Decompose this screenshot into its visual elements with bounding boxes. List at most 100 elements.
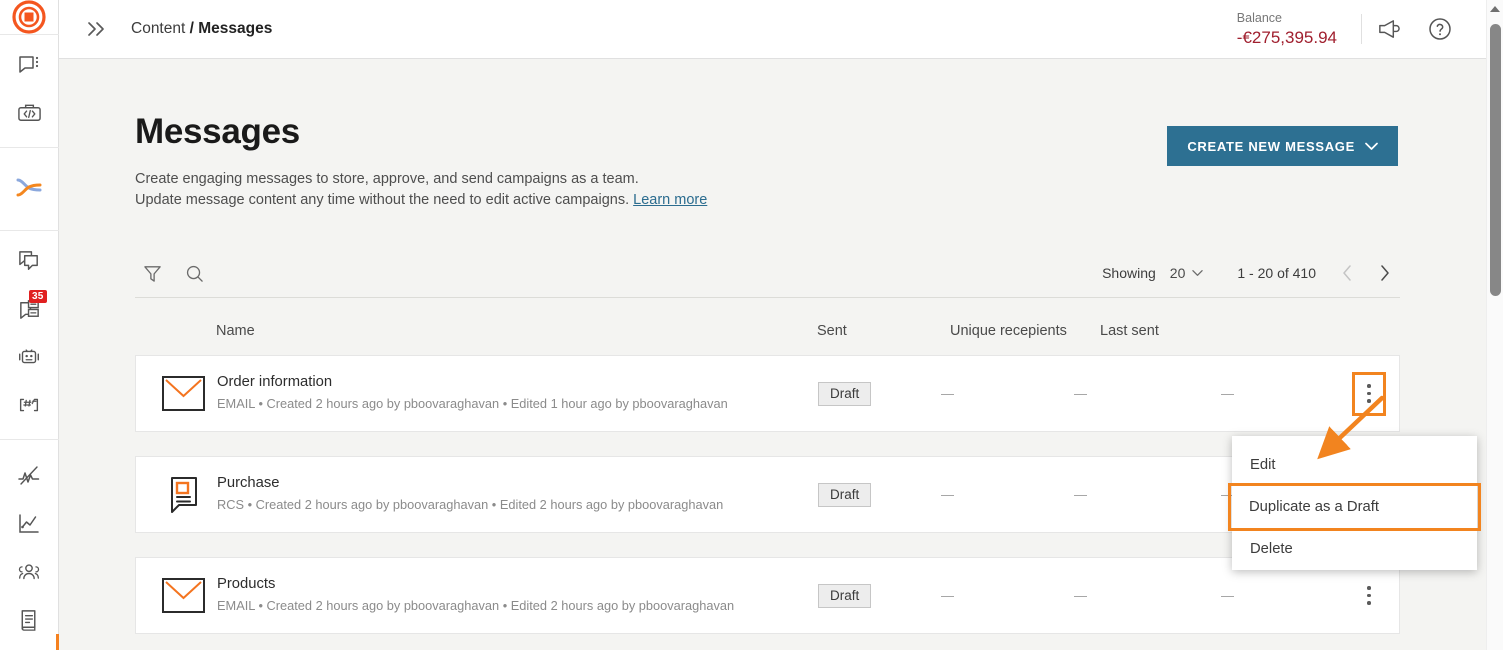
rail-item-content[interactable]: 35: [0, 285, 59, 333]
cell-sent: —: [910, 487, 1043, 502]
scrollbar-thumb[interactable]: [1490, 24, 1501, 296]
status-badge: Draft: [818, 382, 871, 406]
expand-nav-button[interactable]: [73, 20, 119, 38]
prev-page-button[interactable]: [1332, 258, 1362, 288]
kebab-dot: [1367, 399, 1371, 403]
cell-sent: —: [910, 386, 1043, 401]
row-meta: RCS • Created 2 hours ago by pboovaragha…: [217, 494, 806, 515]
rail-group-1: [0, 35, 59, 148]
rail-item-audience[interactable]: [0, 548, 59, 596]
cell-unique-recipients: —: [1043, 588, 1193, 603]
breadcrumb-separator: /: [190, 20, 194, 37]
chat-dots-icon: [17, 53, 41, 77]
hashtag-brackets-icon: [16, 393, 42, 417]
rail-item-tokens[interactable]: [0, 381, 59, 429]
rail-group-4: [0, 440, 59, 650]
top-header-bar: Content / Messages Balance -€275,395.94: [59, 0, 1486, 59]
cell-sent: —: [910, 588, 1043, 603]
rail-item-analytics[interactable]: [0, 500, 59, 548]
row-actions-menu-button[interactable]: [1355, 577, 1383, 615]
email-envelope-icon: [161, 375, 206, 412]
announcements-button[interactable]: [1362, 0, 1414, 59]
scroll-up-button[interactable]: [1487, 0, 1503, 18]
row-status-cell: Draft: [818, 587, 910, 605]
filter-button[interactable]: [135, 256, 169, 290]
filter-funnel-icon: [143, 264, 162, 283]
table-header: Name Sent Unique recepients Last sent: [135, 311, 1400, 351]
table-row[interactable]: Order information EMAIL • Created 2 hour…: [135, 355, 1400, 432]
rail-item-campaigns[interactable]: [0, 237, 59, 285]
column-header-unique-recipients: Unique recepients: [950, 323, 1100, 339]
breadcrumb-parent[interactable]: Content: [131, 20, 185, 37]
chevron-right-icon: [1380, 265, 1390, 281]
row-text: Products EMAIL • Created 2 hours ago by …: [217, 575, 818, 616]
table-row[interactable]: Products EMAIL • Created 2 hours ago by …: [135, 557, 1400, 634]
rail-item-conversations[interactable]: [0, 41, 59, 89]
kebab-dot: [1367, 601, 1371, 605]
kebab-dot: [1367, 392, 1371, 396]
page-subtitle-line2-wrap: Update message content any time without …: [135, 190, 1486, 211]
search-button[interactable]: [177, 256, 211, 290]
top-header-right: Balance -€275,395.94: [1237, 0, 1486, 59]
menu-item-edit[interactable]: Edit: [1232, 444, 1477, 486]
vertical-scrollbar[interactable]: [1486, 0, 1503, 650]
app-root: 35: [0, 0, 1503, 650]
column-header-name: Name: [135, 323, 817, 339]
page-range-text: 1 - 20 of 410: [1237, 265, 1316, 281]
list-toolbar: Showing 20 1 - 20 of 410: [135, 249, 1400, 298]
left-nav-rail: 35: [0, 0, 59, 650]
rail-item-journeys[interactable]: [0, 164, 59, 212]
column-header-last-sent: Last sent: [1100, 323, 1220, 339]
help-button[interactable]: [1414, 0, 1466, 59]
breadcrumb: Content / Messages: [131, 20, 272, 38]
megaphone-icon: [1376, 17, 1401, 42]
row-status-cell: Draft: [818, 486, 910, 504]
code-briefcase-icon: [17, 101, 42, 126]
row-type-icon-wrap: [150, 577, 217, 614]
cell-unique-recipients: —: [1043, 386, 1193, 401]
email-envelope-icon: [161, 577, 206, 614]
row-actions-menu-button[interactable]: [1355, 375, 1383, 413]
cell-last-sent: —: [1193, 588, 1313, 603]
table-row[interactable]: Purchase RCS • Created 2 hours ago by pb…: [135, 456, 1400, 533]
line-chart-icon: [16, 511, 42, 537]
row-meta: EMAIL • Created 2 hours ago by pboovarag…: [217, 595, 806, 616]
page-size-value: 20: [1170, 265, 1186, 281]
kebab-dot: [1367, 384, 1371, 388]
create-new-message-label: CREATE NEW MESSAGE: [1187, 139, 1355, 154]
menu-item-duplicate-as-draft[interactable]: Duplicate as a Draft: [1231, 486, 1478, 528]
pagination: Showing 20 1 - 20 of 410: [1102, 258, 1400, 288]
row-title: Products: [217, 575, 806, 594]
page-size-select[interactable]: 20: [1170, 265, 1204, 281]
row-meta: EMAIL • Created 2 hours ago by pboovarag…: [217, 393, 806, 414]
app-logo[interactable]: [0, 0, 59, 35]
row-main-cell: Products EMAIL • Created 2 hours ago by …: [136, 575, 818, 616]
crossroads-x-icon: [15, 175, 43, 201]
showing-label: Showing: [1102, 265, 1156, 281]
rail-item-docs[interactable]: [0, 596, 59, 644]
rail-item-bots[interactable]: [0, 333, 59, 381]
rail-group-3: 35: [0, 231, 59, 440]
balance-label: Balance: [1237, 10, 1337, 27]
rail-item-activity[interactable]: [0, 452, 59, 500]
search-icon: [185, 264, 204, 283]
book-docs-icon: [17, 608, 41, 633]
row-text: Order information EMAIL • Created 2 hour…: [217, 373, 818, 414]
row-context-menu: Edit Duplicate as a Draft Delete: [1232, 436, 1477, 570]
rail-item-developer[interactable]: [0, 89, 59, 137]
rail-badge-content: 35: [29, 290, 47, 303]
cell-last-sent: —: [1193, 386, 1313, 401]
next-page-button[interactable]: [1370, 258, 1400, 288]
question-circle-icon: [1427, 16, 1453, 42]
row-main-cell: Purchase RCS • Created 2 hours ago by pb…: [136, 474, 818, 515]
create-new-message-button[interactable]: CREATE NEW MESSAGE: [1167, 126, 1398, 166]
breadcrumb-current: Messages: [198, 20, 272, 37]
column-header-sent: Sent: [817, 323, 950, 339]
menu-item-delete[interactable]: Delete: [1232, 528, 1477, 570]
rail-group-2: [0, 148, 59, 231]
status-badge: Draft: [818, 584, 871, 608]
triangle-up-icon: [1489, 5, 1501, 13]
learn-more-link[interactable]: Learn more: [633, 192, 707, 208]
status-badge: Draft: [818, 483, 871, 507]
row-title: Order information: [217, 373, 806, 392]
